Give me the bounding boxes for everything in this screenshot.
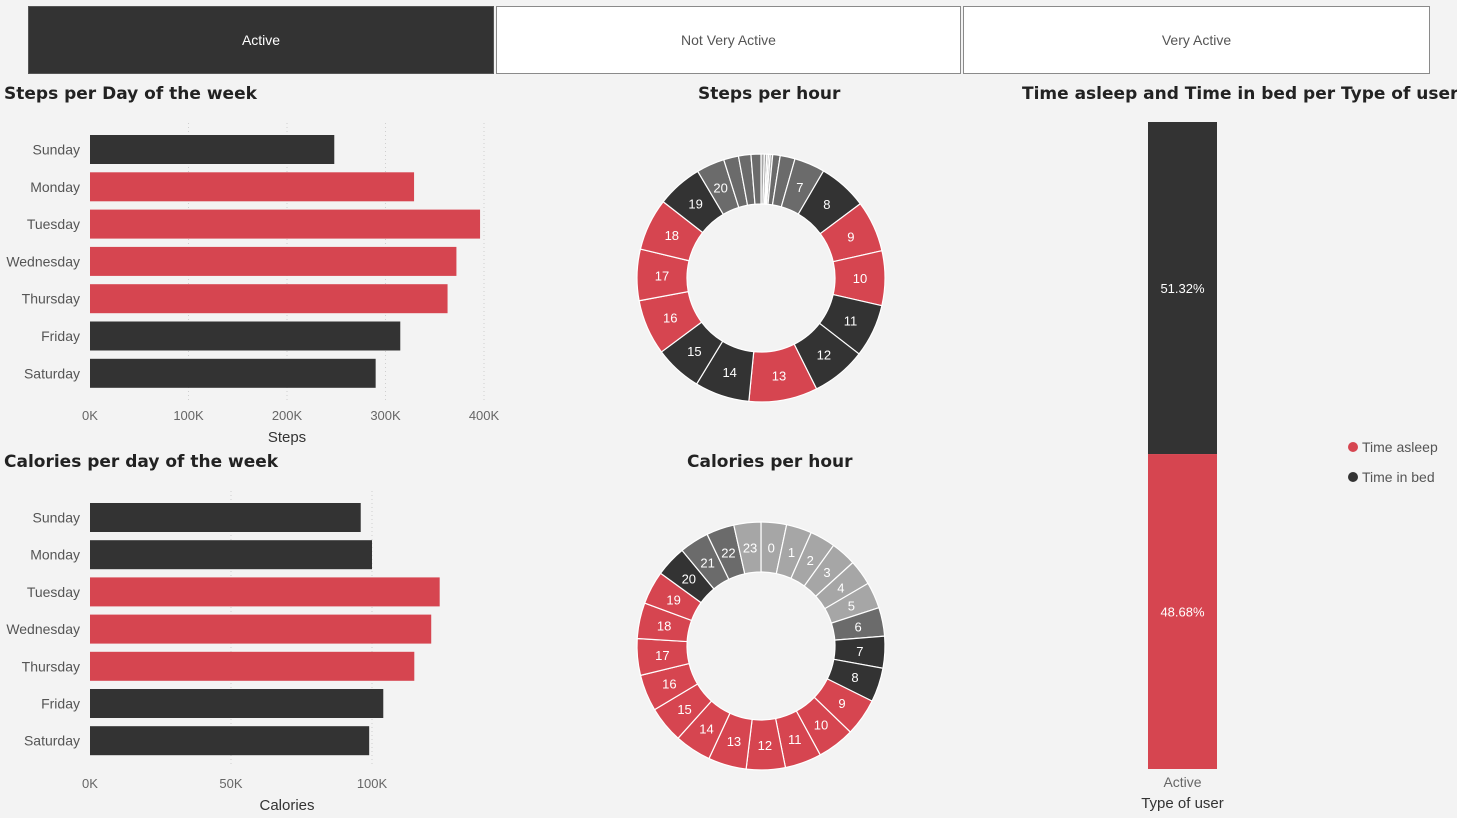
donut-label-hour-15: 15	[687, 344, 701, 359]
bar-saturday	[90, 726, 370, 756]
bar-saturday	[90, 358, 376, 388]
donut-label-hour-5: 5	[848, 598, 855, 613]
donut-label-hour-2: 2	[807, 553, 814, 568]
y-tick-label: Wednesday	[6, 621, 80, 637]
y-tick-label: Sunday	[33, 510, 80, 526]
donut-label-hour-4: 4	[837, 580, 844, 595]
x-axis-label: Calories	[259, 797, 314, 814]
x-axis-label: Steps	[268, 429, 306, 446]
y-tick-label: Wednesday	[6, 253, 80, 269]
y-tick-label: Thursday	[22, 291, 80, 307]
y-tick-label: Monday	[30, 547, 80, 563]
y-tick-label: Sunday	[33, 142, 80, 158]
time-in-bed-dot-icon	[1348, 472, 1358, 482]
x-tick-label: 200K	[272, 408, 303, 423]
bar-tuesday	[90, 577, 440, 607]
x-tick-label: 50K	[219, 776, 242, 791]
steps-per-day-title: Steps per Day of the week	[4, 84, 257, 104]
bar-data-label: 48.68%	[1160, 605, 1205, 620]
x-tick-label: 400K	[469, 408, 500, 423]
calories-per-day-chart: 0K 50K 100K Sunday Monday Tuesday Wednesday Thu…	[6, 491, 440, 814]
donut-label-hour-16: 16	[662, 677, 676, 692]
bar-thursday	[90, 284, 448, 314]
donut-label-hour-14: 14	[722, 365, 736, 380]
donut-label-hour-0: 0	[768, 541, 775, 556]
donut-label-hour-19: 19	[688, 197, 702, 212]
donut-label-hour-10: 10	[814, 718, 828, 733]
donut-label-hour-13: 13	[772, 368, 786, 383]
donut-label-hour-9: 9	[847, 230, 854, 245]
calories-per-day-title: Calories per day of the week	[4, 452, 279, 472]
donut-label-hour-20: 20	[682, 571, 696, 586]
bar-thursday	[90, 651, 415, 681]
donut-label-hour-1: 1	[788, 545, 795, 560]
donut-label-hour-18: 18	[657, 619, 671, 634]
y-tick-label: Tuesday	[27, 216, 80, 232]
bar-sunday	[90, 135, 335, 164]
time-asleep-dot-icon	[1348, 442, 1358, 452]
sleep-stacked-bar-chart: 51.32% 48.68% Active Type of user	[1141, 122, 1224, 812]
donut-label-hour-8: 8	[851, 670, 858, 685]
donut-label-hour-14: 14	[699, 722, 713, 737]
bar-friday	[90, 321, 401, 351]
donut-label-hour-13: 13	[727, 734, 741, 749]
legend-item-time-asleep[interactable]: Time asleep	[1348, 439, 1438, 455]
donut-label-hour-7: 7	[796, 180, 803, 195]
calories-per-hour-title: Calories per hour	[687, 452, 853, 472]
legend-label: Time asleep	[1362, 439, 1438, 455]
x-tick-label: 0K	[82, 776, 98, 791]
bar-monday	[90, 540, 372, 570]
donut-label-hour-6: 6	[854, 620, 861, 635]
steps-per-hour-donut: 7 8 9 10 11 12 13 14 15 16 17 18 19 20	[636, 153, 886, 403]
bar-wednesday	[90, 614, 432, 644]
donut-label-hour-16: 16	[663, 311, 677, 326]
bar-data-label: 51.32%	[1160, 281, 1205, 296]
x-tick-label: Active	[1163, 774, 1201, 790]
donut-label-hour-8: 8	[823, 197, 830, 212]
x-tick-label: 100K	[357, 776, 388, 791]
donut-label-hour-12: 12	[817, 347, 831, 362]
legend-item-time-in-bed[interactable]: Time in bed	[1348, 469, 1435, 485]
donut-label-hour-3: 3	[823, 565, 830, 580]
donut-label-hour-21: 21	[700, 556, 714, 571]
bar-sunday	[90, 503, 361, 532]
x-tick-label: 100K	[173, 408, 204, 423]
donut-label-hour-7: 7	[856, 644, 863, 659]
bar-wednesday	[90, 246, 457, 276]
y-tick-label: Thursday	[22, 658, 80, 674]
donut-label-hour-12: 12	[758, 738, 772, 753]
legend-label: Time in bed	[1362, 469, 1435, 485]
x-tick-label: 300K	[370, 408, 401, 423]
sleep-chart-title: Time asleep and Time in bed per Type of …	[1022, 84, 1457, 104]
donut-label-hour-15: 15	[677, 702, 691, 717]
y-tick-label: Friday	[41, 328, 80, 344]
donut-label-hour-17: 17	[655, 268, 669, 283]
donut-label-hour-9: 9	[838, 696, 845, 711]
slicer-not-very-active-button[interactable]: Not Very Active	[496, 6, 961, 74]
x-tick-label: 0K	[82, 408, 98, 423]
calories-per-hour-donut: 0 12345678910111213141516171819202122 23	[636, 521, 886, 771]
y-tick-label: Tuesday	[27, 584, 80, 600]
donut-label-hour-22: 22	[721, 546, 735, 561]
y-tick-label: Saturday	[24, 733, 80, 749]
x-axis-label: Type of user	[1141, 795, 1224, 812]
donut-label-hour-17: 17	[655, 648, 669, 663]
slicer-very-active-button[interactable]: Very Active	[963, 6, 1430, 74]
y-tick-label: Friday	[41, 696, 80, 712]
donut-label-hour-11: 11	[844, 313, 858, 328]
donut-label-hour-18: 18	[665, 228, 679, 243]
donut-label-hour-23: 23	[743, 541, 757, 556]
steps-per-day-chart: 0K 100K 200K 300K 400K Sunday Monday Tuesday Wed…	[6, 123, 500, 446]
donut-label-hour-10: 10	[853, 271, 867, 286]
bar-friday	[90, 689, 384, 718]
slicer-active-button[interactable]: Active	[28, 6, 494, 74]
y-tick-label: Saturday	[24, 365, 80, 381]
donut-label-hour-20: 20	[713, 181, 727, 196]
y-tick-label: Monday	[30, 179, 80, 195]
donut-label-hour-11: 11	[788, 732, 802, 747]
steps-per-hour-title: Steps per hour	[698, 84, 841, 104]
bar-monday	[90, 172, 415, 202]
donut-label-hour-19: 19	[666, 592, 680, 607]
bar-tuesday	[90, 209, 481, 239]
